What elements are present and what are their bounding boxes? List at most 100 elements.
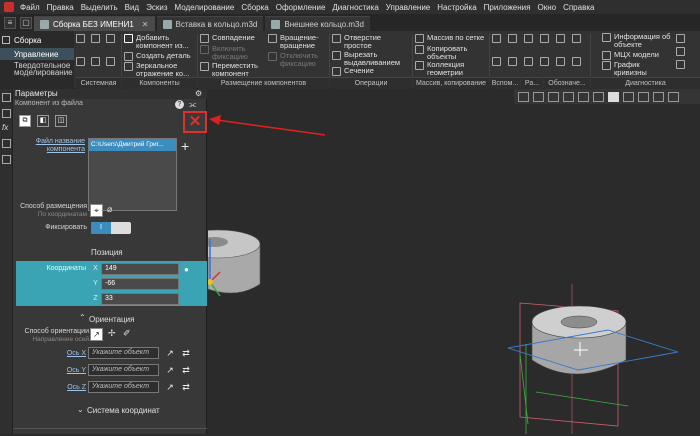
section-button[interactable]: Сечение bbox=[332, 67, 374, 76]
view-pan-icon[interactable] bbox=[548, 91, 559, 102]
menu-assembly[interactable]: Сборка bbox=[241, 3, 268, 12]
tree-icon[interactable] bbox=[2, 93, 11, 102]
open-icon[interactable] bbox=[76, 34, 88, 54]
menu-apps[interactable]: Приложения bbox=[484, 3, 531, 12]
menu-drafting[interactable]: Оформление bbox=[276, 3, 326, 12]
menu-file[interactable]: Файл bbox=[20, 3, 40, 12]
angle-icon[interactable] bbox=[508, 57, 520, 76]
plane-icon[interactable] bbox=[492, 34, 504, 53]
sidebar-item-solid-modeling[interactable]: Твердотельное моделирование bbox=[0, 61, 74, 77]
menu-modeling[interactable]: Моделирование bbox=[174, 3, 234, 12]
3d-viewport[interactable] bbox=[175, 104, 700, 434]
tab-properties[interactable]: ◧ bbox=[37, 115, 49, 127]
tab-insert-ring[interactable]: Вставка в кольцо.m3d bbox=[156, 16, 264, 31]
enable-fixation-button[interactable]: Включить фиксацию bbox=[200, 45, 270, 61]
file-name-label[interactable]: Файл название компонента bbox=[15, 138, 85, 154]
restore-window-icon[interactable]: ▢ bbox=[20, 17, 32, 29]
mark-icon[interactable] bbox=[540, 57, 552, 76]
inserted-ring-model[interactable] bbox=[175, 229, 261, 294]
sidebar-item-manage[interactable]: Управление bbox=[0, 48, 74, 60]
fix-toggle[interactable]: I bbox=[91, 222, 131, 234]
pencil-icon[interactable] bbox=[524, 34, 536, 53]
move-component-button[interactable]: Переместить компонент bbox=[200, 62, 260, 78]
tab-assembly[interactable]: Сборка БЕЗ ИМЕНИ1 ✕ bbox=[34, 16, 155, 31]
disable-fixation-button[interactable]: Отключить фиксацию bbox=[268, 52, 328, 68]
place-by-coords-icon[interactable]: ⌖ bbox=[90, 204, 103, 217]
axis-y-direction-icon[interactable]: ↗ bbox=[165, 365, 175, 375]
menu-select[interactable]: Выделить bbox=[81, 3, 118, 12]
view-orient-icon[interactable] bbox=[578, 91, 589, 102]
tab-component-params[interactable]: ⧉ bbox=[19, 115, 31, 127]
view-rotate-icon[interactable] bbox=[563, 91, 574, 102]
wireframe-display-icon[interactable] bbox=[623, 91, 634, 102]
rotation-button[interactable]: Вращение-вращение bbox=[268, 34, 328, 50]
save-icon[interactable] bbox=[91, 34, 103, 54]
layers-icon[interactable] bbox=[2, 139, 11, 148]
point-marker-icon[interactable]: ● bbox=[184, 265, 189, 274]
shaded-display-icon[interactable] bbox=[608, 91, 619, 102]
geometry-collection-button[interactable]: Коллекция геометрии bbox=[415, 61, 475, 77]
variables-icon[interactable]: fx bbox=[2, 123, 8, 132]
visibility-icon[interactable] bbox=[653, 91, 664, 102]
menu-diagnostics[interactable]: Диагностика bbox=[332, 3, 378, 12]
pin-icon[interactable]: ⫘ bbox=[189, 100, 196, 110]
coincidence-button[interactable]: Совпадение bbox=[200, 34, 255, 43]
measure-icon[interactable] bbox=[676, 34, 698, 43]
copy-icon[interactable] bbox=[106, 34, 118, 54]
thread-icon[interactable] bbox=[556, 34, 568, 53]
position-section-header[interactable]: Позиция bbox=[91, 248, 123, 257]
hole-button[interactable]: Отверстие простое bbox=[332, 34, 388, 50]
axis-x-flip-icon[interactable]: ⇄ bbox=[181, 348, 191, 358]
section-view-icon[interactable] bbox=[638, 91, 649, 102]
mcx-model-button[interactable]: МЦХ модели bbox=[602, 51, 659, 60]
axis-z-flip-icon[interactable]: ⇄ bbox=[181, 382, 191, 392]
add-component-button[interactable]: Добавить компонент из... bbox=[124, 34, 194, 50]
window-menu-icon[interactable]: ≡ bbox=[4, 17, 16, 29]
view-normal-icon[interactable] bbox=[593, 91, 604, 102]
file-list[interactable]: C:\Users\Дмитрий Григ... bbox=[88, 138, 177, 211]
axes-direction-icon[interactable]: ↗ bbox=[90, 328, 103, 341]
cut-extrude-button[interactable]: Вырезать выдавливанием bbox=[332, 51, 400, 67]
menu-sketch[interactable]: Эскиз bbox=[146, 3, 167, 12]
library-icon[interactable] bbox=[2, 155, 11, 164]
axis-y-label[interactable]: Ось Y bbox=[15, 367, 86, 374]
coordinate-system-header[interactable]: Система координат bbox=[87, 406, 160, 415]
chevron-up-icon[interactable]: ⌃ bbox=[79, 313, 86, 322]
y-coordinate-field[interactable]: -66 bbox=[101, 278, 179, 290]
point-icon[interactable] bbox=[572, 34, 584, 53]
paste-icon[interactable] bbox=[76, 56, 88, 77]
tab-appearance[interactable]: ◫ bbox=[55, 115, 67, 127]
view-zoom-icon[interactable] bbox=[533, 91, 544, 102]
menu-edit[interactable]: Правка bbox=[47, 3, 74, 12]
dimension-icon[interactable] bbox=[540, 34, 552, 53]
axis-x-input[interactable]: Укажите объект bbox=[88, 347, 159, 359]
menu-view[interactable]: Вид bbox=[125, 3, 139, 12]
menu-window[interactable]: Окно bbox=[537, 3, 556, 12]
axis-icon[interactable] bbox=[508, 34, 520, 53]
object-info-button[interactable]: Информация об объекте bbox=[602, 33, 672, 49]
file-path-item[interactable]: C:\Users\Дмитрий Григ... bbox=[89, 139, 176, 151]
roughness-icon[interactable] bbox=[556, 57, 568, 76]
orient-by-objects-icon[interactable]: ✢ bbox=[108, 328, 116, 339]
axis-x-label[interactable]: Ось X bbox=[15, 350, 86, 357]
array-grid-button[interactable]: Массив по сетке bbox=[415, 34, 484, 43]
copy-objects-button[interactable]: Копировать объекты bbox=[415, 45, 471, 61]
tab-outer-ring[interactable]: Внешнее кольцо.m3d bbox=[265, 16, 370, 31]
axis-z-label[interactable]: Ось Z bbox=[15, 384, 86, 391]
orientation-section-header[interactable]: Ориентация bbox=[89, 315, 134, 324]
chevron-down-icon[interactable]: ⌄ bbox=[77, 405, 84, 414]
create-part-button[interactable]: Создать деталь bbox=[124, 52, 191, 61]
base-icon[interactable] bbox=[524, 57, 536, 76]
add-file-icon[interactable]: + bbox=[181, 138, 189, 154]
axis-x-direction-icon[interactable]: ↗ bbox=[165, 348, 175, 358]
curvature-chart-button[interactable]: График кривизны bbox=[602, 61, 662, 77]
close-tab-icon[interactable]: ✕ bbox=[142, 20, 149, 29]
line-icon[interactable] bbox=[492, 57, 504, 76]
mirror-component-button[interactable]: Зеркальное отражение ко... bbox=[124, 62, 194, 78]
z-coordinate-field[interactable]: 33 bbox=[101, 293, 179, 305]
undo-icon[interactable] bbox=[91, 56, 103, 77]
axis-z-direction-icon[interactable]: ↗ bbox=[165, 382, 175, 392]
x-coordinate-field[interactable]: 149 bbox=[101, 263, 179, 275]
view-fit-icon[interactable] bbox=[518, 91, 529, 102]
check-icon[interactable] bbox=[676, 47, 698, 56]
